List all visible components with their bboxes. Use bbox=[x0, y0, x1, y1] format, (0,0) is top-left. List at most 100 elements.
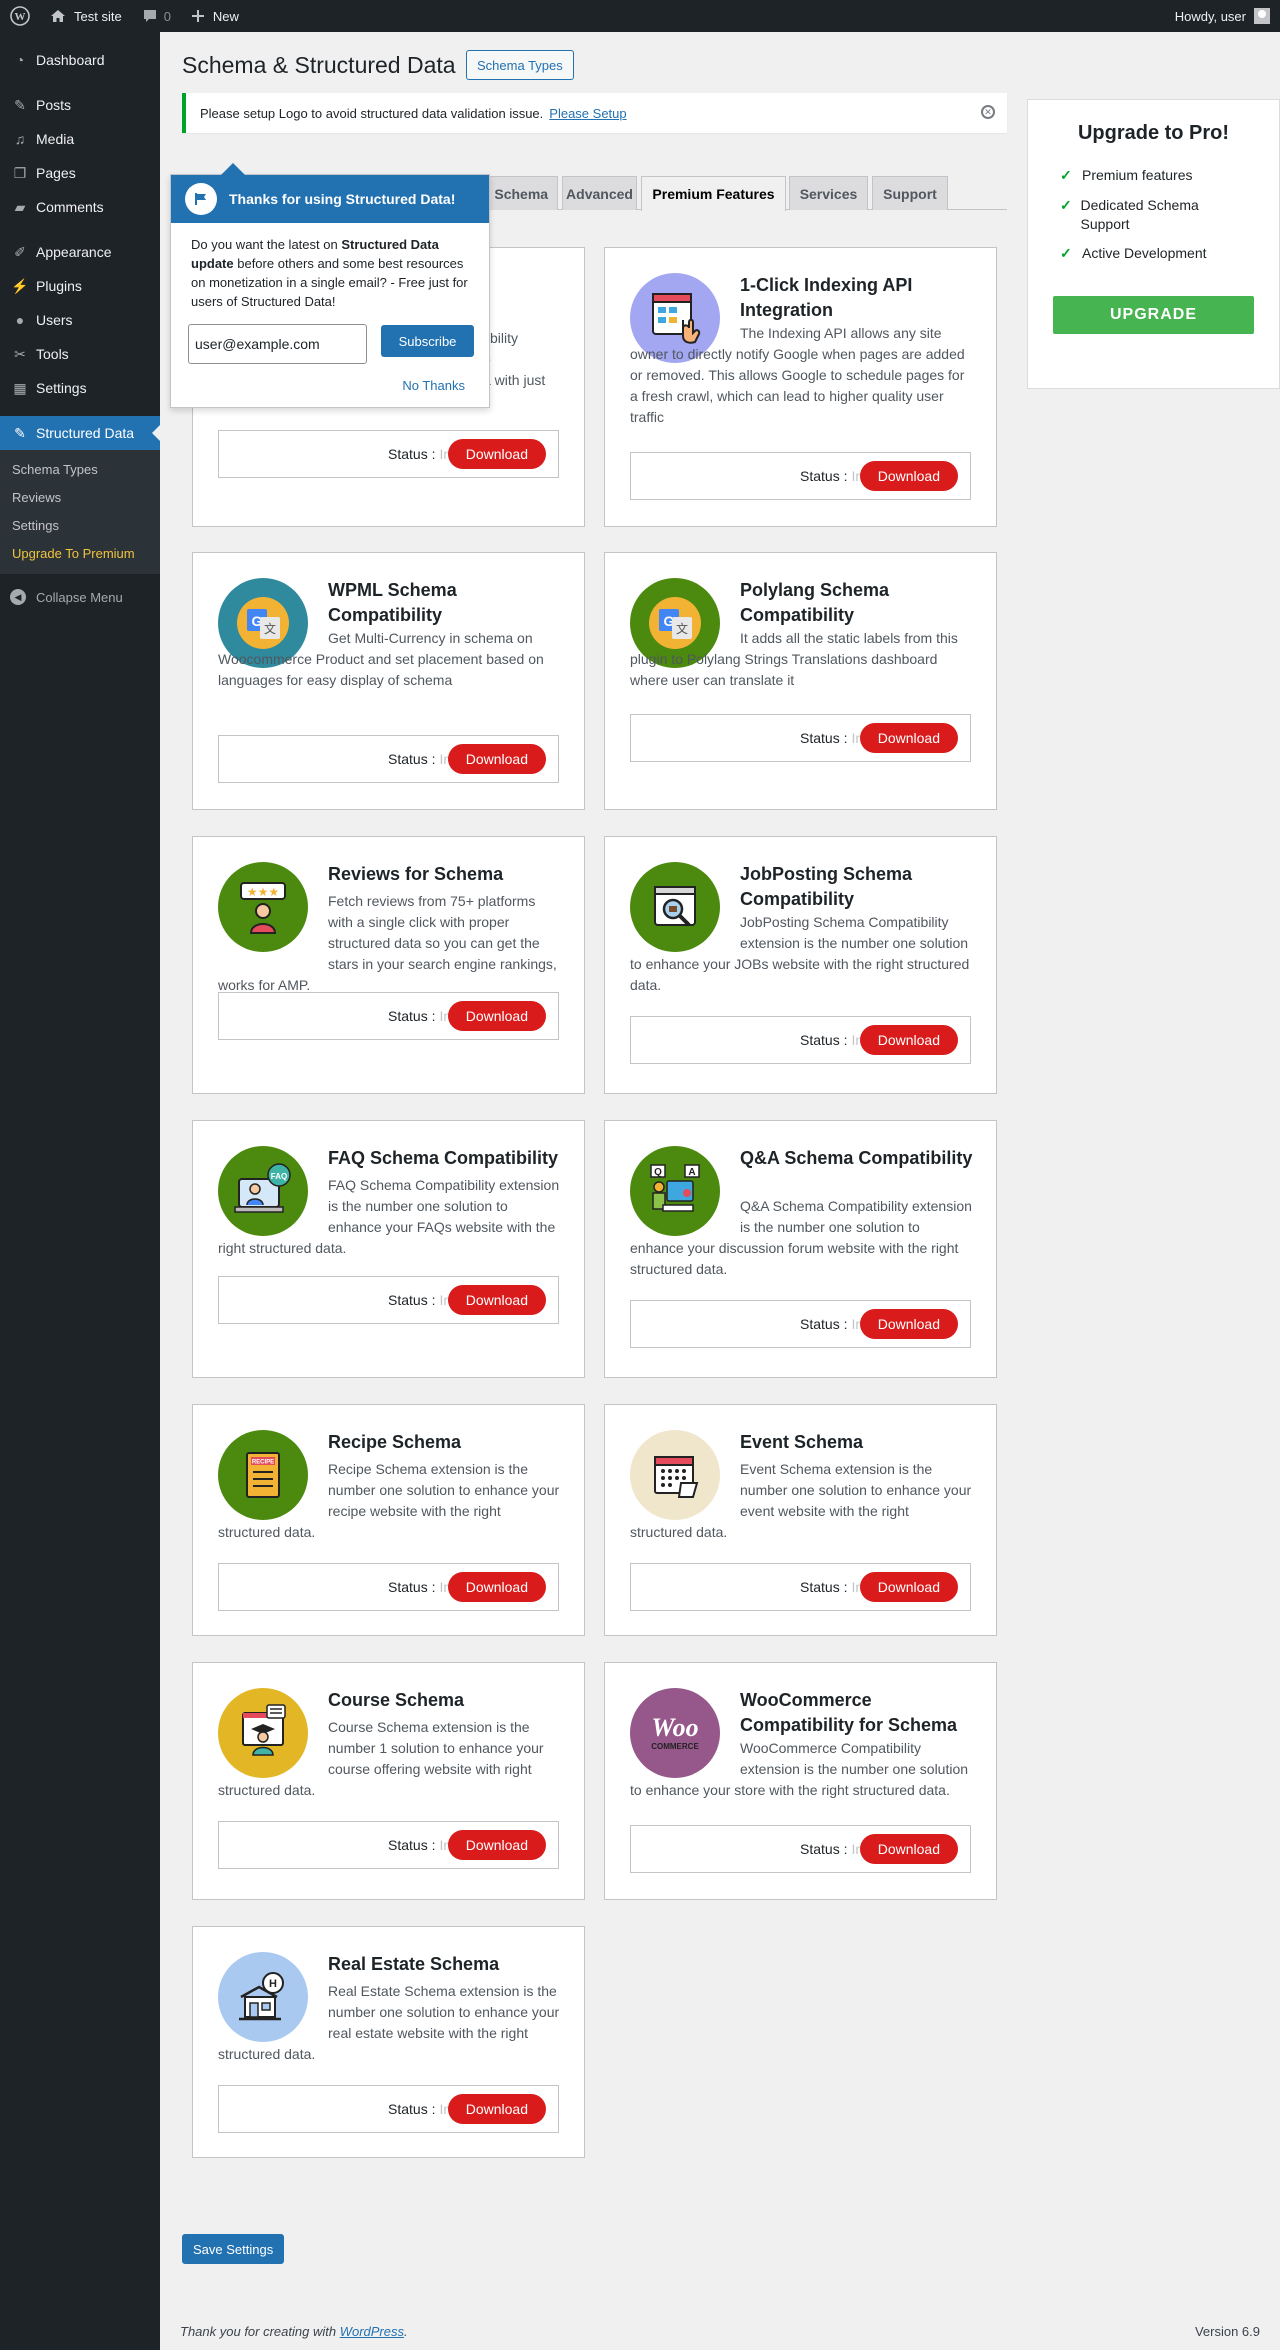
user-icon: ● bbox=[15, 312, 25, 328]
sidebar-item-posts[interactable]: ✎ Posts bbox=[0, 88, 160, 122]
download-button[interactable]: Download bbox=[447, 1830, 546, 1860]
status-label: Status : bbox=[800, 468, 848, 484]
sidebar-item-settings[interactable]: ▦ Settings bbox=[0, 371, 160, 405]
status-box: Status : Inactive Download bbox=[218, 1821, 559, 1869]
card-description: Fetch reviews from 75+ platforms with a … bbox=[218, 891, 562, 996]
sidebar-item-pages[interactable]: ❐ Pages bbox=[0, 156, 160, 190]
comments-count: 0 bbox=[163, 8, 171, 24]
dismiss-icon[interactable]: ✕ bbox=[981, 105, 995, 119]
download-button[interactable]: Download bbox=[859, 723, 958, 753]
svg-text:W: W bbox=[15, 11, 26, 23]
download-button[interactable]: Download bbox=[859, 1309, 958, 1339]
status-box: Status : Inactive Download bbox=[630, 1825, 971, 1873]
card-description: Real Estate Schema extension is the numb… bbox=[218, 1981, 562, 2065]
download-button[interactable]: Download bbox=[447, 1572, 546, 1602]
status-box: Status : Inactive Download bbox=[630, 714, 971, 762]
admin-sidebar: ◔ Dashboard ✎ Posts ♫ Media ❐ Pages ▰ Comment… bbox=[0, 32, 160, 2350]
pin-icon: ✎ bbox=[14, 96, 26, 113]
upgrade-button[interactable]: UPGRADE bbox=[1053, 296, 1254, 334]
please-setup-link[interactable]: Please Setup bbox=[549, 106, 626, 121]
sidebar-item-dashboard[interactable]: ◔ Dashboard bbox=[0, 43, 160, 77]
sidebar-item-label: Tools bbox=[36, 346, 69, 362]
collapse-menu-button[interactable]: ◀ Collapse Menu bbox=[0, 580, 160, 614]
download-button[interactable]: Download bbox=[447, 744, 546, 774]
card-title: WooCommerce Compatibility for Schema bbox=[740, 1690, 958, 1735]
download-button[interactable]: Download bbox=[447, 439, 546, 469]
card-description-text: The Indexing API allows any site owner t… bbox=[630, 325, 965, 425]
brush-icon: ✐ bbox=[14, 243, 26, 260]
feature-card-faq: FAQ FAQ Schema Compatibility FAQ Schema … bbox=[192, 1120, 585, 1378]
sidebar-item-label: Users bbox=[36, 312, 73, 328]
download-button[interactable]: Download bbox=[859, 1834, 958, 1864]
svg-text:A: A bbox=[688, 1167, 695, 1178]
status-box: Status : Inactive Download bbox=[218, 735, 559, 783]
card-title: WPML Schema Compatibility bbox=[328, 580, 457, 625]
sidebar-item-label: Posts bbox=[36, 97, 72, 113]
my-account[interactable]: Howdy, user bbox=[1175, 8, 1280, 24]
download-button[interactable]: Download bbox=[447, 2094, 546, 2124]
status-box: Status : Inactive Download bbox=[630, 1563, 971, 1611]
upgrade-feature: ✓ Active Development bbox=[1060, 244, 1207, 263]
card-title: FAQ Schema Compatibility bbox=[328, 1148, 559, 1168]
site-name-link[interactable]: Test site bbox=[40, 0, 132, 32]
status-label: Status : bbox=[388, 1008, 436, 1024]
feature-card-indexing-api: 1-Click Indexing API Integration The Ind… bbox=[604, 247, 997, 527]
save-settings-button[interactable]: Save Settings bbox=[182, 2234, 285, 2264]
tab-support[interactable]: Support bbox=[872, 176, 948, 210]
sidebar-item-label: Comments bbox=[36, 199, 104, 215]
footer-thanks-text: Thank you for creating with bbox=[180, 2324, 340, 2339]
card-description-text: Get Multi-Currency in schema on Woocomme… bbox=[218, 630, 544, 688]
sidebar-item-structured-data[interactable]: ✎ Structured Data bbox=[0, 416, 160, 450]
status-label: Status : bbox=[800, 1316, 848, 1332]
submenu-upgrade-premium[interactable]: Upgrade To Premium bbox=[0, 540, 160, 568]
download-button[interactable]: Download bbox=[447, 1285, 546, 1315]
card-title: Reviews for Schema bbox=[328, 864, 504, 884]
card-description: Course Schema extension is the number 1 … bbox=[218, 1717, 562, 1801]
wordpress-logo-icon[interactable]: W bbox=[0, 0, 40, 32]
tab-premium-features[interactable]: Premium Features bbox=[641, 176, 786, 211]
status-label: Status : bbox=[388, 1292, 436, 1308]
wordpress-link[interactable]: WordPress bbox=[340, 2324, 404, 2339]
tab-services[interactable]: Services bbox=[789, 176, 868, 210]
submenu-reviews[interactable]: Reviews bbox=[0, 484, 160, 512]
status-label: Status : bbox=[388, 1579, 436, 1595]
download-button[interactable]: Download bbox=[859, 1572, 958, 1602]
sidebar-item-media[interactable]: ♫ Media bbox=[0, 122, 160, 156]
submenu-schema-types[interactable]: Schema Types bbox=[0, 456, 160, 484]
status-box: Status : Inactive Download bbox=[630, 452, 971, 500]
subscribe-button[interactable]: Subscribe bbox=[381, 325, 474, 357]
new-content-link[interactable]: New bbox=[181, 0, 249, 32]
status-label: Status : bbox=[388, 446, 436, 462]
popup-title: Thanks for using Structured Data! bbox=[229, 191, 456, 207]
no-thanks-link[interactable]: No Thanks bbox=[402, 378, 465, 393]
sidebar-item-tools[interactable]: ✂ Tools bbox=[0, 337, 160, 371]
check-icon: ✓ bbox=[1060, 197, 1072, 213]
sidebar-item-users[interactable]: ● Users bbox=[0, 303, 160, 337]
email-field[interactable]: user@example.com bbox=[188, 324, 367, 364]
status-label: Status : bbox=[800, 1032, 848, 1048]
sidebar-item-comments[interactable]: ▰ Comments bbox=[0, 190, 160, 224]
upgrade-feature-text: Dedicated Schema Support bbox=[1080, 197, 1199, 232]
download-button[interactable]: Download bbox=[859, 1025, 958, 1055]
partial-line: a with just bbox=[483, 372, 546, 388]
schema-types-button[interactable]: Schema Types bbox=[466, 50, 574, 80]
download-button[interactable]: Download bbox=[859, 461, 958, 491]
admin-bar: W Test site 0 New Howdy, user bbox=[0, 0, 1280, 32]
card-description-text: It adds all the static labels from this … bbox=[630, 630, 958, 688]
collapse-arrow-icon: ◀ bbox=[10, 589, 26, 605]
pages-icon: ❐ bbox=[13, 164, 27, 181]
card-title: Course Schema bbox=[328, 1690, 465, 1710]
tab-advanced[interactable]: Advanced bbox=[562, 176, 637, 210]
svg-text:Q: Q bbox=[654, 1167, 662, 1178]
sidebar-item-label: Pages bbox=[36, 165, 76, 181]
comments-link[interactable]: 0 bbox=[132, 0, 181, 32]
status-box: Status : Inactive Download bbox=[630, 1300, 971, 1348]
download-button[interactable]: Download bbox=[447, 1001, 546, 1031]
sidebar-item-plugins[interactable]: ⚡ Plugins bbox=[0, 269, 160, 303]
feature-card-real-estate: H Real Estate Schema Real Estate Schema … bbox=[192, 1926, 585, 2158]
status-box: Status : Inactive Download bbox=[218, 992, 559, 1040]
sidebar-item-appearance[interactable]: ✐ Appearance bbox=[0, 235, 160, 269]
status-label: Status : bbox=[388, 2101, 436, 2117]
new-label: New bbox=[212, 8, 239, 24]
submenu-settings[interactable]: Settings bbox=[0, 512, 160, 540]
